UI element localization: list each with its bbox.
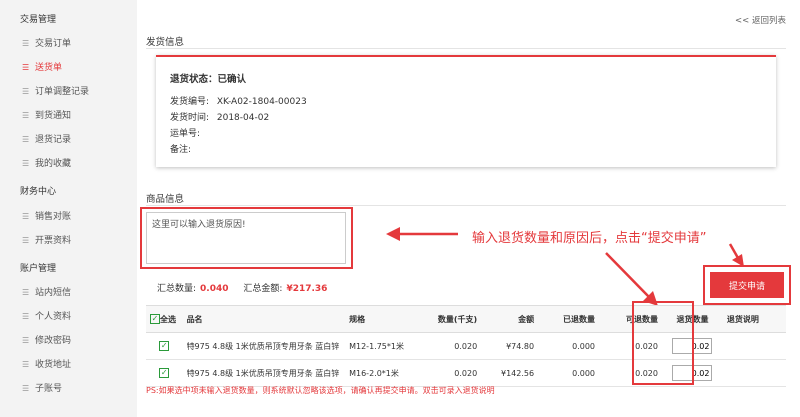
col-header-amount: 金额: [481, 305, 539, 333]
cell-spec: M12-1.75*1米: [345, 332, 419, 360]
col-header-qty: 数量(千支): [418, 305, 482, 333]
row-checkbox[interactable]: ✓: [159, 368, 170, 378]
summary: 汇总数量: 0.040 汇总金额: ¥217.36: [157, 284, 328, 294]
total-amount: ¥217.36: [286, 284, 328, 294]
cell-qty: 0.020: [418, 332, 482, 360]
cell-return-note[interactable]: [722, 332, 786, 360]
cell-spec: M16-2.0*1米: [345, 359, 419, 387]
cell-name: 特975 4.8级 1米优质吊顶专用牙条 蓝白锌: [182, 359, 346, 387]
col-header-returned: 已退数量: [538, 305, 600, 333]
check-icon[interactable]: ✓: [150, 314, 160, 324]
arrowhead-left: [386, 227, 400, 241]
cell-returned: 0.000: [538, 332, 600, 360]
cell-qty: 0.020: [418, 359, 482, 387]
cell-amount: ¥74.80: [481, 332, 539, 360]
cell-name: 特975 4.8级 1米优质吊顶专用牙条 蓝白锌: [182, 332, 346, 360]
highlight-submit-box: [703, 265, 791, 305]
select-all-header[interactable]: ✓ 全选: [146, 305, 183, 333]
col-header-spec: 规格: [345, 305, 419, 333]
instruction-callout: 输入退货数量和原因后，点击“提交申请”: [472, 231, 707, 246]
cell-returned: 0.000: [538, 359, 600, 387]
ps-note: PS:如果选中项未输入退货数量，则系统默认忽略该选项，请确认再提交申请。双击可录…: [146, 386, 495, 395]
col-header-return-note: 退货说明: [722, 305, 786, 333]
cell-amount: ¥142.56: [481, 359, 539, 387]
total-quantity: 0.040: [200, 284, 229, 294]
arrow-to-return-qty: [605, 252, 651, 299]
cell-return-note[interactable]: [722, 359, 786, 387]
highlight-return-qty-column: [632, 301, 694, 385]
row-checkbox[interactable]: ✓: [159, 341, 170, 351]
col-header-name: 品名: [182, 305, 346, 333]
arrow-to-submit: [728, 243, 740, 259]
